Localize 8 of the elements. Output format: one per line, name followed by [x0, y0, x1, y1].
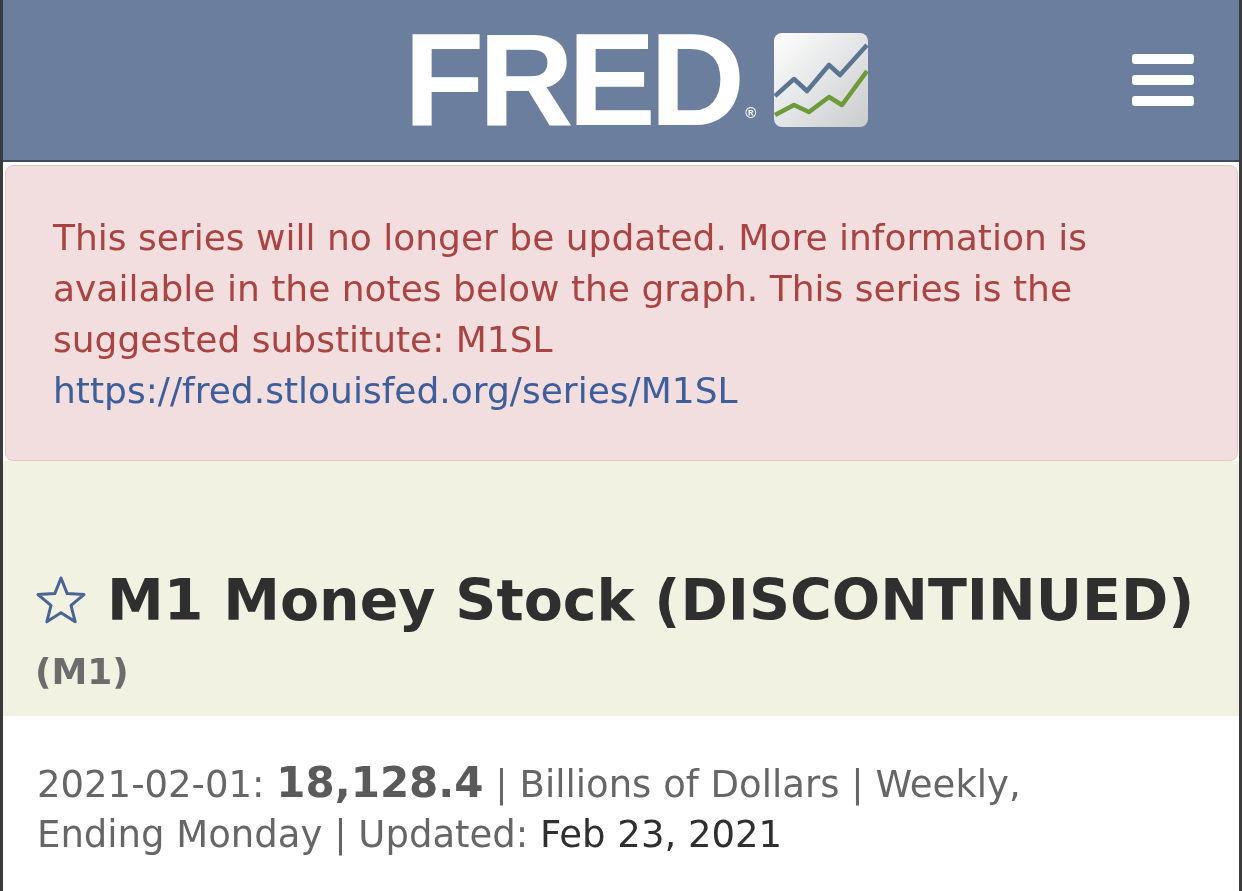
- series-summary: 2021-02-01: 18,128.4 | Billions of Dollars | Weekly, Ending Monday | Updated: Feb 23, 2021: [37, 758, 1022, 858]
- menu-icon[interactable]: [1132, 54, 1194, 106]
- series-link[interactable]: https://fred.stlouisfed.org/series/M1SL: [53, 370, 738, 411]
- series-code: (M1): [35, 650, 129, 694]
- line-chart-icon[interactable]: [774, 33, 869, 127]
- star-icon[interactable]: [35, 575, 87, 625]
- series-title: M1 Money Stock (DISCONTINUED): [107, 567, 1195, 633]
- alert-message: This series will no longer be updated. More information is available in the notes below the graph. This series is the suggested substitute: M1SL: [53, 216, 1088, 362]
